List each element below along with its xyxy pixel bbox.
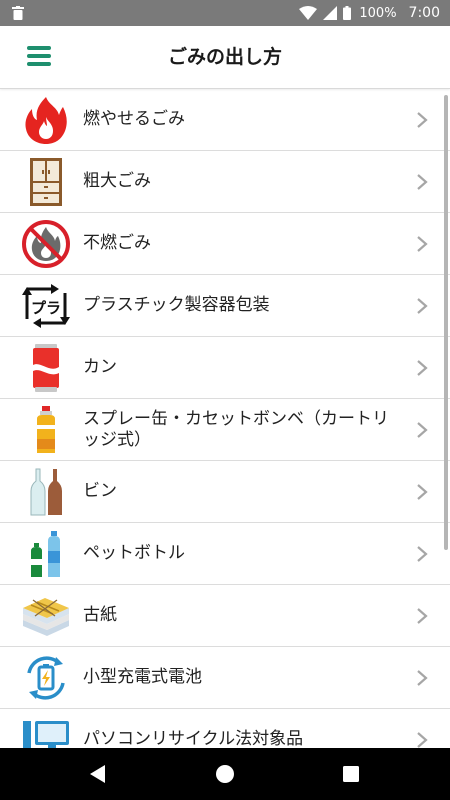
list-item-label: パソコンリサイクル法対象品 xyxy=(83,729,304,748)
chevron-right-icon xyxy=(417,545,428,562)
list-item-label: カン xyxy=(83,357,117,377)
system-nav-bar xyxy=(0,748,450,800)
pet-bottle-icon xyxy=(21,529,71,579)
list-item-burnable[interactable]: 燃やせるごみ xyxy=(0,89,450,151)
home-icon[interactable] xyxy=(212,761,238,787)
bottles-icon xyxy=(21,467,71,517)
battery-percent: 100% xyxy=(359,5,397,21)
list-item-non-burnable[interactable]: 不燃ごみ xyxy=(0,213,450,275)
list-item-label: ペットボトル xyxy=(83,543,185,563)
hamburger-menu-icon[interactable] xyxy=(27,46,51,66)
no-fire-icon xyxy=(21,219,71,269)
wifi-icon xyxy=(299,6,318,20)
list-item-old-paper[interactable]: 古紙 xyxy=(0,585,450,647)
back-icon[interactable] xyxy=(85,761,111,787)
list-item-plastic[interactable]: プラ プラスチック製容器包装 xyxy=(0,275,450,337)
trash-notification-icon xyxy=(12,6,24,20)
list-item-label: 古紙 xyxy=(83,605,117,625)
list-item-can[interactable]: カン xyxy=(0,337,450,399)
list-item-pc-recycling[interactable]: パソコンリサイクル法対象品 xyxy=(0,709,450,748)
cellular-signal-icon xyxy=(323,6,338,20)
computer-icon xyxy=(21,715,71,748)
chevron-right-icon xyxy=(417,359,428,376)
chevron-right-icon xyxy=(417,297,428,314)
plastic-recycle-icon: プラ xyxy=(21,281,71,331)
chevron-right-icon xyxy=(417,235,428,252)
recents-icon[interactable] xyxy=(338,761,364,787)
chevron-right-icon xyxy=(417,483,428,500)
rechargeable-battery-icon xyxy=(21,653,71,703)
category-list: 燃やせるごみ 粗大ごみ 不燃ごみ プラ プラスチック製容器包装 カン スプレー缶… xyxy=(0,89,450,748)
chevron-right-icon xyxy=(417,731,428,748)
chevron-right-icon xyxy=(417,607,428,624)
list-item-spray-can[interactable]: スプレー缶・カセットボンベ（カートリッジ式） xyxy=(0,399,450,461)
list-item-label: 燃やせるごみ xyxy=(83,109,185,129)
list-item-label: ビン xyxy=(83,481,117,501)
fire-icon xyxy=(21,95,71,145)
spray-can-icon xyxy=(21,405,71,455)
cabinet-icon xyxy=(21,157,71,207)
list-item-oversized[interactable]: 粗大ごみ xyxy=(0,151,450,213)
list-item-label: 粗大ごみ xyxy=(83,171,151,191)
list-item-pet-bottles[interactable]: ペットボトル xyxy=(0,523,450,585)
old-paper-icon xyxy=(21,591,71,641)
svg-text:プラ: プラ xyxy=(31,299,61,317)
scrollbar-thumb[interactable] xyxy=(444,95,448,550)
list-item-label: 小型充電式電池 xyxy=(83,667,202,687)
chevron-right-icon xyxy=(417,421,428,438)
chevron-right-icon xyxy=(417,111,428,128)
chevron-right-icon xyxy=(417,173,428,190)
list-item-label: 不燃ごみ xyxy=(83,233,151,253)
status-bar: 100% 7:00 xyxy=(0,0,450,26)
app-bar: ごみの出し方 xyxy=(0,26,450,89)
list-item-rechargeable-battery[interactable]: 小型充電式電池 xyxy=(0,647,450,709)
status-clock: 7:00 xyxy=(408,5,440,21)
battery-icon xyxy=(343,6,352,20)
list-item-bottles[interactable]: ビン xyxy=(0,461,450,523)
chevron-right-icon xyxy=(417,669,428,686)
page-title: ごみの出し方 xyxy=(167,46,282,68)
list-item-label: スプレー缶・カセットボンベ（カートリッジ式） xyxy=(83,408,389,450)
list-item-label: プラスチック製容器包装 xyxy=(83,295,270,315)
can-icon xyxy=(21,343,71,393)
